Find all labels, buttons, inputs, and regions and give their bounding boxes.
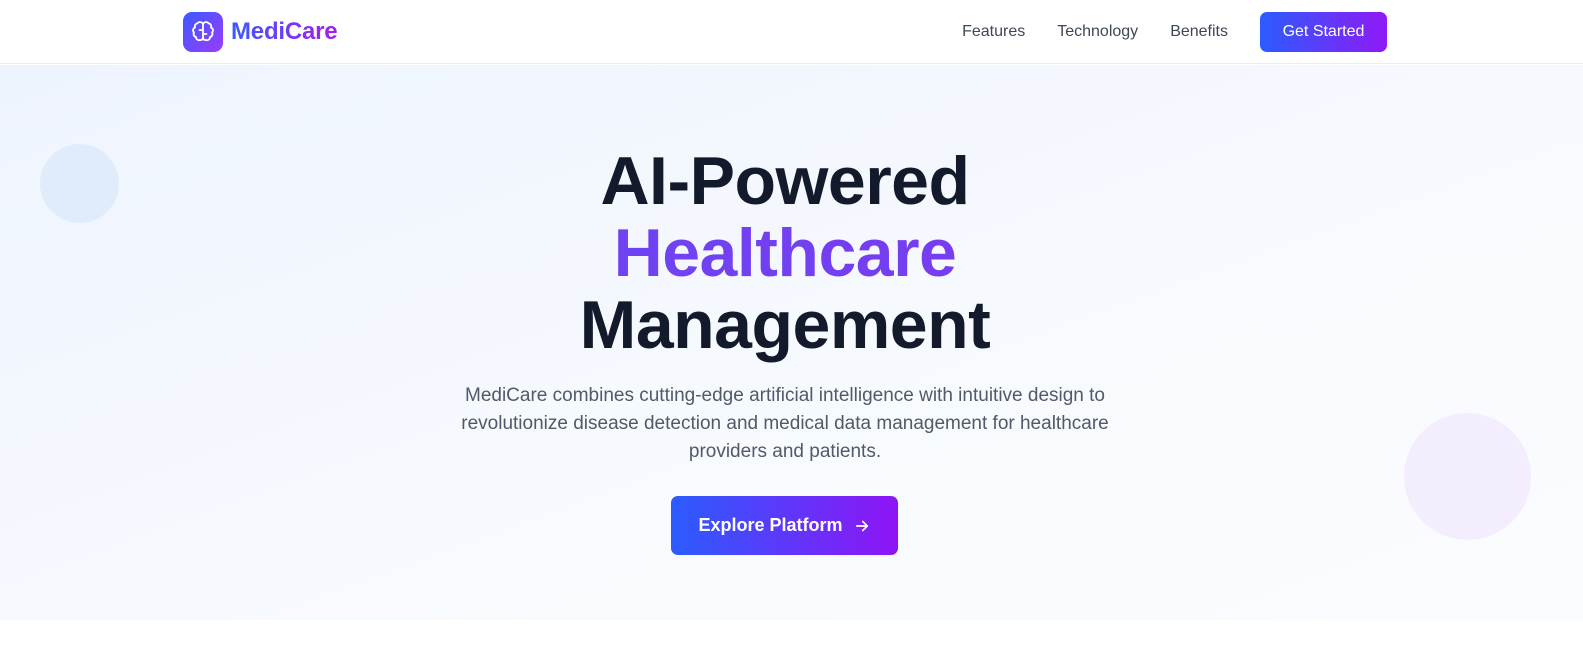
- nav-link-features[interactable]: Features: [962, 23, 1025, 41]
- hero-headline: AI-Powered Healthcare Management: [0, 145, 1570, 361]
- nav-links: Features Technology Benefits Get Started: [962, 12, 1387, 52]
- top-navbar: MediCare Features Technology Benefits Ge…: [0, 0, 1583, 64]
- headline-line-3: Management: [579, 287, 991, 363]
- hero-section: AI-Powered Healthcare Management MediCar…: [0, 65, 1583, 620]
- brain-icon: [183, 12, 223, 52]
- arrow-right-icon: [853, 517, 871, 535]
- explore-platform-button[interactable]: Explore Platform: [671, 496, 898, 555]
- explore-platform-label: Explore Platform: [698, 515, 843, 535]
- decorative-circle-purple: [1404, 413, 1531, 540]
- nav-link-technology[interactable]: Technology: [1057, 23, 1138, 41]
- headline-line-1: AI-Powered: [600, 143, 970, 219]
- brand-name: MediCare: [231, 18, 338, 45]
- brand-logo[interactable]: MediCare: [183, 12, 338, 52]
- hero-description: MediCare combines cutting-edge artificia…: [461, 385, 1109, 462]
- get-started-button[interactable]: Get Started: [1260, 12, 1387, 52]
- nav-link-benefits[interactable]: Benefits: [1170, 23, 1228, 41]
- headline-accent: Healthcare: [0, 217, 1570, 289]
